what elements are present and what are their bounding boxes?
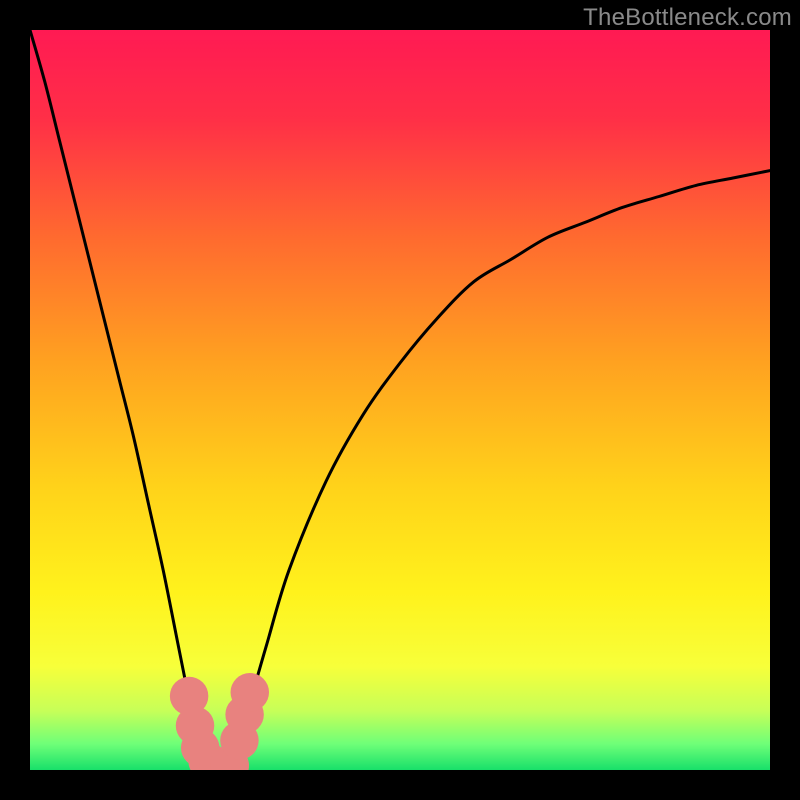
gradient-background (30, 30, 770, 770)
chart-plot-area (30, 30, 770, 770)
curve-marker (231, 673, 269, 711)
watermark-text: TheBottleneck.com (583, 4, 792, 32)
chart-frame: TheBottleneck.com (0, 0, 800, 800)
chart-svg (30, 30, 770, 770)
